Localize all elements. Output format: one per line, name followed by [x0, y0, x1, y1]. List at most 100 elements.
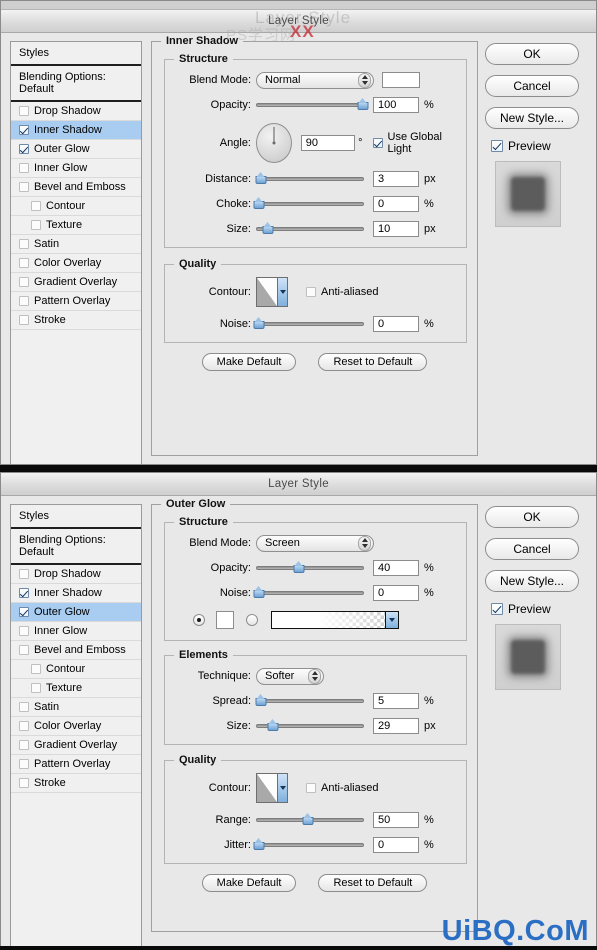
checkbox-icon[interactable] — [19, 315, 29, 325]
opacity-input[interactable]: 100 — [373, 97, 419, 113]
angle-dial[interactable] — [256, 123, 292, 163]
opacity-slider[interactable] — [256, 561, 364, 575]
checkbox-icon[interactable] — [19, 569, 29, 579]
slider-thumb[interactable] — [253, 197, 265, 209]
opacity-slider[interactable] — [256, 98, 369, 112]
jitter-slider[interactable] — [253, 838, 364, 852]
slider-thumb[interactable] — [302, 813, 314, 825]
slider-thumb[interactable] — [253, 586, 265, 598]
checkbox-checked-icon[interactable] — [19, 607, 29, 617]
titlebar[interactable]: Layer Style — [1, 10, 596, 33]
chevron-down-icon[interactable] — [277, 774, 287, 802]
reset-to-default-button[interactable]: Reset to Default — [318, 353, 428, 371]
slider-thumb[interactable] — [267, 719, 279, 731]
checkbox-icon[interactable] — [19, 759, 29, 769]
checkbox-checked-icon[interactable] — [19, 588, 29, 598]
checkbox-icon[interactable] — [19, 702, 29, 712]
slider-thumb[interactable] — [293, 561, 305, 573]
checkbox-icon[interactable] — [19, 258, 29, 268]
slider-thumb[interactable] — [357, 98, 369, 110]
slider-thumb[interactable] — [255, 172, 267, 184]
chevron-down-icon[interactable] — [277, 278, 287, 306]
checkbox-icon[interactable] — [19, 740, 29, 750]
style-item-color-overlay[interactable]: Color Overlay — [11, 254, 141, 273]
style-item-drop-shadow[interactable]: Drop Shadow — [11, 102, 141, 121]
checkbox-icon[interactable] — [31, 220, 41, 230]
choke-input[interactable]: 0 — [373, 196, 419, 212]
style-item-texture[interactable]: Texture — [11, 216, 141, 235]
jitter-input[interactable]: 0 — [373, 837, 419, 853]
checkbox-checked-icon[interactable] — [19, 125, 29, 135]
ok-button[interactable]: OK — [485, 43, 579, 65]
glow-color-swatch[interactable] — [216, 611, 234, 629]
checkbox-icon[interactable] — [19, 626, 29, 636]
checkbox-icon[interactable] — [19, 182, 29, 192]
noise-slider[interactable] — [253, 317, 364, 331]
noise-slider[interactable] — [253, 586, 364, 600]
style-item-outer-glow[interactable]: Outer Glow — [11, 140, 141, 159]
blending-options-row[interactable]: Blending Options: Default — [11, 66, 141, 102]
preview-checkbox-row[interactable]: Preview — [491, 139, 589, 153]
preview-checkbox-row[interactable]: Preview — [491, 602, 589, 616]
style-item-bevel-and-emboss[interactable]: Bevel and Emboss — [11, 178, 141, 197]
style-item-stroke[interactable]: Stroke — [11, 311, 141, 330]
style-item-outer-glow[interactable]: Outer Glow — [11, 603, 141, 622]
checkbox-icon[interactable] — [19, 778, 29, 788]
titlebar[interactable]: Layer Style — [1, 473, 596, 496]
checkbox-checked-icon[interactable] — [491, 603, 503, 615]
checkbox-checked-icon[interactable] — [372, 138, 383, 148]
cancel-button[interactable]: Cancel — [485, 75, 579, 97]
style-item-inner-glow[interactable]: Inner Glow — [11, 159, 141, 178]
style-item-bevel-and-emboss[interactable]: Bevel and Emboss — [11, 641, 141, 660]
checkbox-icon[interactable] — [19, 277, 29, 287]
checkbox-checked-icon[interactable] — [491, 140, 503, 152]
slider-thumb[interactable] — [253, 838, 265, 850]
choke-slider[interactable] — [253, 197, 364, 211]
style-item-texture[interactable]: Texture — [11, 679, 141, 698]
contour-preset-picker[interactable] — [256, 277, 288, 307]
radio-gradient-fill[interactable] — [193, 614, 205, 626]
size-slider[interactable] — [256, 222, 364, 236]
style-item-drop-shadow[interactable]: Drop Shadow — [11, 565, 141, 584]
blending-options-row[interactable]: Blending Options: Default — [11, 529, 141, 565]
distance-input[interactable]: 3 — [373, 171, 419, 187]
make-default-button[interactable]: Make Default — [201, 874, 297, 892]
slider-thumb[interactable] — [253, 317, 265, 329]
distance-slider[interactable] — [255, 172, 364, 186]
chevron-updown-icon[interactable] — [308, 668, 321, 684]
shadow-color-swatch[interactable] — [382, 72, 420, 88]
checkbox-icon[interactable] — [19, 106, 29, 116]
cancel-button[interactable]: Cancel — [485, 538, 579, 560]
style-item-contour[interactable]: Contour — [11, 197, 141, 216]
noise-input[interactable]: 0 — [373, 316, 419, 332]
range-input[interactable]: 50 — [373, 812, 419, 828]
new-style-button[interactable]: New Style... — [485, 107, 579, 129]
checkbox-icon[interactable] — [306, 287, 316, 297]
checkbox-icon[interactable] — [19, 645, 29, 655]
size-input[interactable]: 10 — [373, 221, 419, 237]
chevron-updown-icon[interactable] — [358, 535, 371, 551]
contour-preset-picker[interactable] — [256, 773, 288, 803]
checkbox-icon[interactable] — [31, 664, 41, 674]
style-item-pattern-overlay[interactable]: Pattern Overlay — [11, 292, 141, 311]
styles-list[interactable]: Styles Blending Options: Default Drop Sh… — [10, 504, 142, 949]
style-item-inner-shadow[interactable]: Inner Shadow — [11, 584, 141, 603]
make-default-button[interactable]: Make Default — [201, 353, 297, 371]
checkbox-checked-icon[interactable] — [19, 144, 29, 154]
checkbox-icon[interactable] — [31, 683, 41, 693]
spread-input[interactable]: 5 — [373, 693, 419, 709]
angle-input[interactable]: 90 — [300, 135, 356, 151]
chevron-down-icon[interactable] — [385, 612, 398, 628]
style-item-stroke[interactable]: Stroke — [11, 774, 141, 793]
style-item-inner-shadow[interactable]: Inner Shadow — [11, 121, 141, 140]
use-global-light-row[interactable]: Use Global Light — [372, 131, 459, 155]
style-item-contour[interactable]: Contour — [11, 660, 141, 679]
checkbox-icon[interactable] — [19, 296, 29, 306]
slider-thumb[interactable] — [262, 222, 274, 234]
size-input[interactable]: 29 — [373, 718, 419, 734]
blend-mode-select[interactable]: Screen — [256, 534, 374, 552]
checkbox-icon[interactable] — [19, 239, 29, 249]
range-slider[interactable] — [256, 813, 364, 827]
checkbox-icon[interactable] — [31, 201, 41, 211]
size-slider[interactable] — [256, 719, 364, 733]
